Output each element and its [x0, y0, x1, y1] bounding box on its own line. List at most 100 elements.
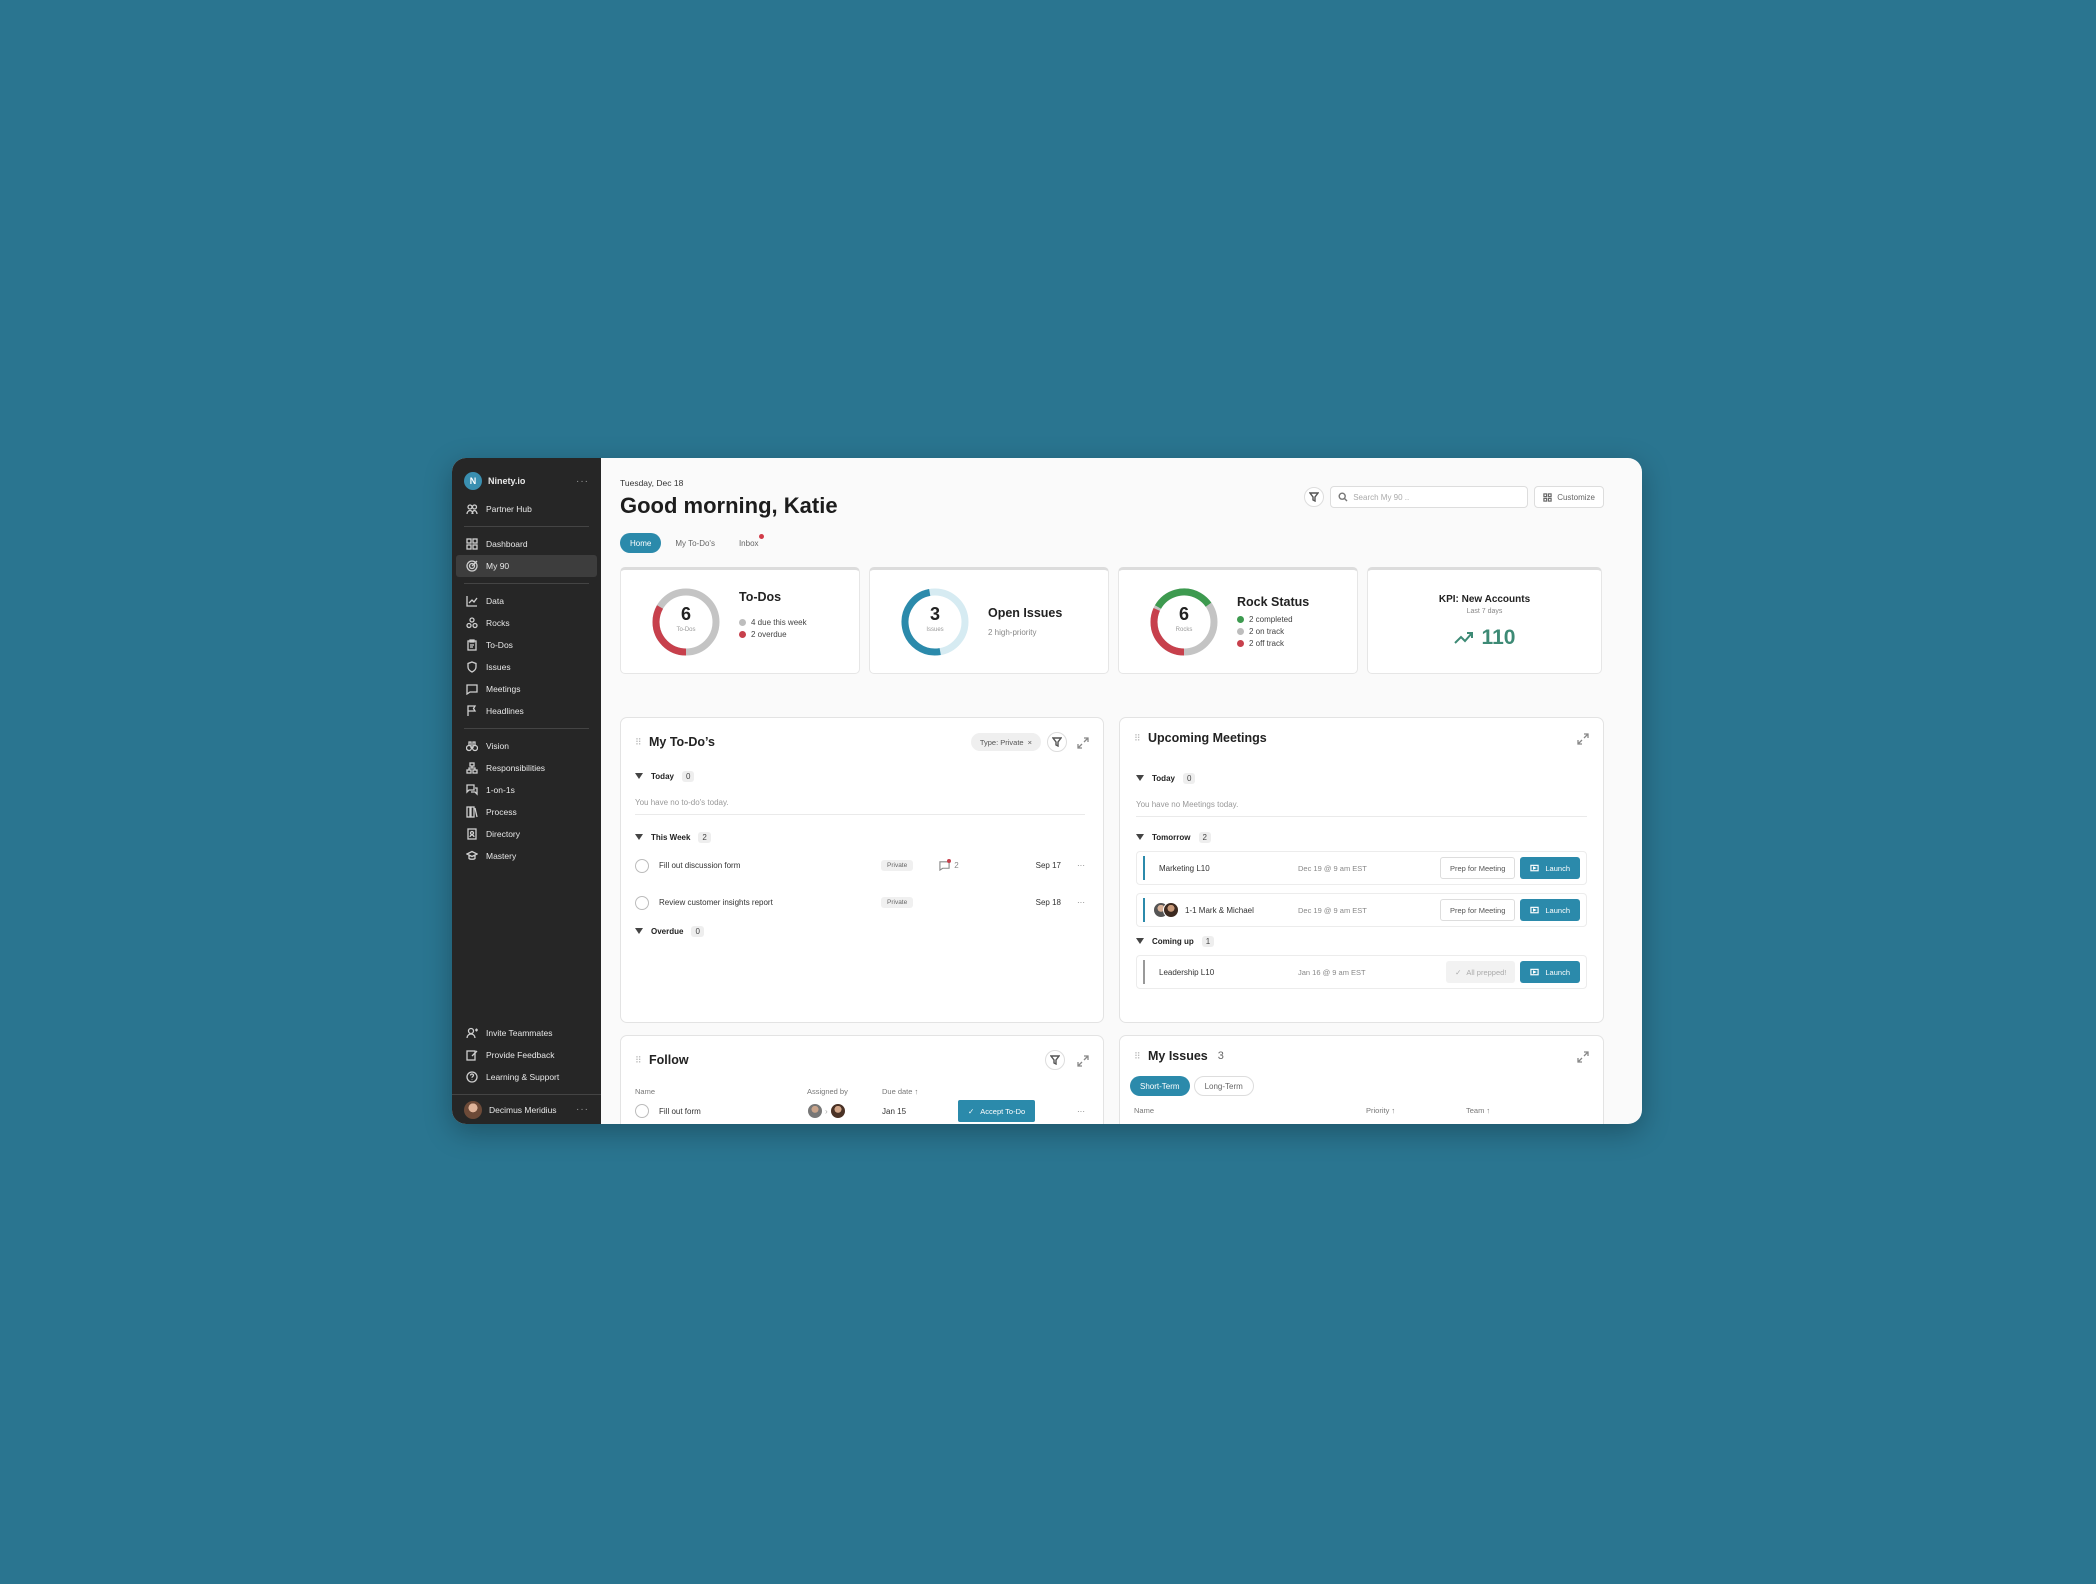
sidebar-item-1on1s[interactable]: 1-on-1s [452, 779, 601, 801]
col-name[interactable]: Name [635, 1087, 807, 1096]
meeting-row[interactable]: Marketing L10 Dec 19 @ 9 am EST Prep for… [1136, 851, 1587, 885]
user-menu[interactable]: Decimus Meridius ··· [452, 1094, 601, 1124]
add-user-icon [466, 1027, 478, 1039]
accept-todo-button[interactable]: ✓ Accept To-Do [958, 1100, 1036, 1122]
divider [464, 583, 589, 584]
complete-checkbox[interactable] [635, 858, 649, 873]
sidebar-item-responsibilities[interactable]: Responsibilities [452, 757, 601, 779]
group-today[interactable]: Today 0 [635, 766, 1085, 786]
filter-chip[interactable]: Type: Private × [970, 733, 1041, 751]
sidebar-item-mastery[interactable]: Mastery [452, 845, 601, 867]
tab-long-term[interactable]: Long-Term [1193, 1076, 1254, 1096]
collapse-icon [635, 834, 643, 840]
group-coming-up[interactable]: Coming up 1 [1136, 931, 1587, 951]
drag-handle-icon[interactable]: ⠿ [635, 737, 643, 748]
drag-handle-icon[interactable]: ⠿ [1134, 733, 1142, 744]
tab-my-todos[interactable]: My To-Do's [665, 533, 725, 553]
stat-card-kpi[interactable]: KPI: New Accounts Last 7 days 110 [1367, 567, 1602, 674]
sidebar-item-todos[interactable]: To-Dos [452, 634, 601, 656]
search-input[interactable]: Search My 90 .. [1330, 486, 1529, 508]
col-team[interactable]: Team ↑ [1466, 1106, 1490, 1115]
stat-card-rocks[interactable]: 6 Rocks Rock Status 2 completed 2 on tra… [1118, 567, 1358, 674]
drag-handle-icon[interactable]: ⠿ [1134, 1051, 1142, 1062]
complete-checkbox[interactable] [635, 1104, 649, 1118]
launch-button[interactable]: Launch [1520, 899, 1580, 921]
launch-button[interactable]: Launch [1520, 961, 1580, 983]
expand-icon[interactable] [1577, 1050, 1589, 1063]
legend-label: 4 due this week [751, 618, 807, 627]
col-assigned-by[interactable]: Assigned by [807, 1087, 882, 1096]
tab-inbox[interactable]: Inbox [729, 533, 769, 553]
legend-label: 2 completed [1249, 615, 1293, 624]
group-tomorrow[interactable]: Tomorrow 2 [1136, 827, 1587, 847]
group-today[interactable]: Today 0 [1136, 768, 1587, 788]
more-icon[interactable]: ··· [1077, 861, 1085, 870]
meeting-row[interactable]: 1-1 Mark & Michael Dec 19 @ 9 am EST Pre… [1136, 893, 1587, 927]
col-due-date[interactable]: Due date ↑ [882, 1087, 918, 1096]
legend-item: 4 due this week [739, 618, 807, 627]
brand-name: Ninety.io [488, 476, 526, 486]
button-label: All prepped! [1466, 967, 1507, 977]
stat-card-todos[interactable]: 6 To-Dos To-Dos 4 due this week 2 overdu… [620, 567, 860, 674]
sidebar-item-process[interactable]: Process [452, 801, 601, 823]
group-label: This Week [651, 832, 691, 842]
sidebar-item-headlines[interactable]: Headlines [452, 700, 601, 722]
flag-icon [466, 705, 478, 717]
expand-icon[interactable] [1077, 736, 1089, 749]
more-icon[interactable]: ··· [576, 1104, 589, 1115]
sidebar-item-learning[interactable]: Learning & Support [452, 1066, 601, 1088]
sidebar-item-meetings[interactable]: Meetings [452, 678, 601, 700]
meeting-row[interactable]: Leadership L10 Jan 16 @ 9 am EST ✓ All pr… [1136, 955, 1587, 989]
todo-row[interactable]: Review customer insights report Private … [635, 884, 1085, 921]
col-priority[interactable]: Priority ↑ [1366, 1106, 1466, 1115]
issues-table-header: Name Priority ↑ Team ↑ [1120, 1106, 1603, 1115]
comments[interactable]: 2 [939, 859, 959, 871]
stat-card-issues[interactable]: 3 Issues Open Issues 2 high-priority [869, 567, 1109, 674]
customize-button[interactable]: Customize [1534, 486, 1604, 508]
drag-handle-icon[interactable]: ⠿ [635, 1055, 643, 1066]
sidebar-item-issues[interactable]: Issues [452, 656, 601, 678]
panel-header: ⠿ Upcoming Meetings [1120, 718, 1603, 758]
check-icon: ✓ [968, 1106, 975, 1116]
expand-icon[interactable] [1077, 1054, 1089, 1067]
close-icon[interactable]: × [1028, 738, 1032, 747]
follow-row[interactable]: Fill out form › Jan 15 ✓ Accept To-Do ··· [621, 1098, 1103, 1124]
sidebar-item-my90[interactable]: My 90 [456, 555, 597, 577]
more-icon[interactable]: ··· [1077, 898, 1085, 907]
clipboard-icon [466, 639, 478, 651]
tab-short-term[interactable]: Short-Term [1130, 1076, 1190, 1096]
group-overdue[interactable]: Overdue 0 [635, 921, 1085, 941]
prep-meeting-button[interactable]: Prep for Meeting [1439, 857, 1516, 879]
sidebar-item-vision[interactable]: Vision [452, 735, 601, 757]
sidebar-item-rocks[interactable]: Rocks [452, 612, 601, 634]
sidebar-item-label: Dashboard [486, 539, 528, 549]
my-todos-panel: ⠿ My To-Do’s Type: Private × Today 0 You h… [620, 717, 1104, 1023]
col-name[interactable]: Name [1134, 1106, 1366, 1115]
notification-dot [758, 534, 764, 539]
filter-button[interactable] [1047, 732, 1067, 752]
todo-row[interactable]: Fill out discussion form Private 2 Sep 1… [635, 847, 1085, 884]
legend-item: 2 completed [1237, 615, 1309, 624]
more-icon[interactable]: ··· [576, 476, 589, 487]
filter-button[interactable] [1045, 1050, 1065, 1070]
stat-title: To-Dos [739, 590, 782, 604]
expand-icon[interactable] [1577, 732, 1589, 745]
panel-title: Upcoming Meetings [1148, 731, 1267, 745]
tab-home[interactable]: Home [620, 533, 662, 553]
more-icon[interactable]: ··· [1077, 1107, 1085, 1116]
filter-button[interactable] [1304, 487, 1325, 507]
sidebar-item-feedback[interactable]: Provide Feedback [452, 1044, 601, 1066]
sidebar-item-directory[interactable]: Directory [452, 823, 601, 845]
all-prepped-badge: ✓ All prepped! [1446, 961, 1516, 983]
sidebar-item-invite[interactable]: Invite Teammates [452, 1022, 601, 1044]
group-this-week[interactable]: This Week 2 [635, 827, 1085, 847]
workspace-switcher[interactable]: N Ninety.io ··· [452, 464, 601, 498]
launch-button[interactable]: Launch [1520, 857, 1580, 879]
meeting-indicator [1143, 856, 1145, 880]
complete-checkbox[interactable] [635, 895, 649, 910]
sidebar-item-partner-hub[interactable]: Partner Hub [452, 498, 601, 520]
follow-table-header: Name Assigned by Due date ↑ [621, 1084, 1103, 1098]
prep-meeting-button[interactable]: Prep for Meeting [1439, 899, 1516, 921]
sidebar-item-dashboard[interactable]: Dashboard [452, 533, 601, 555]
sidebar-item-data[interactable]: Data [452, 590, 601, 612]
